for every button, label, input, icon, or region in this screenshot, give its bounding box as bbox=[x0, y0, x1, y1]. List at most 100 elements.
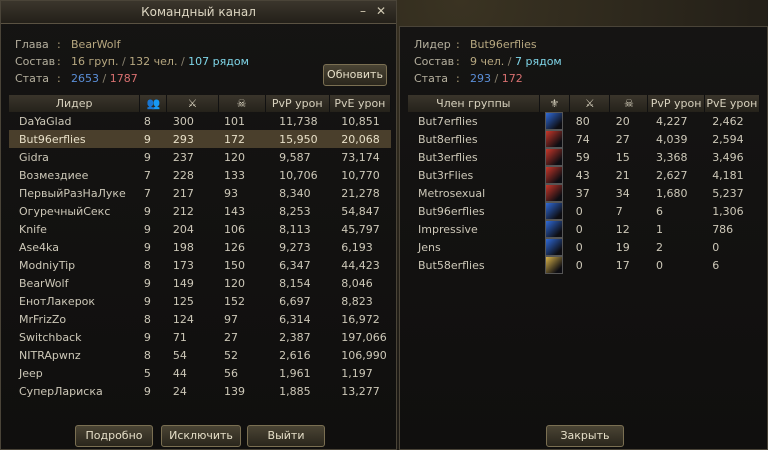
cell-kills: 0 bbox=[575, 240, 583, 254]
table-row[interactable]: Switchback 9 71 27 2,387 197,066 bbox=[9, 328, 391, 346]
column-class[interactable]: ⚜ bbox=[539, 95, 571, 112]
table-row[interactable]: Jeep 5 44 56 1,961 1,197 bbox=[9, 364, 391, 382]
details-button[interactable]: Подробно bbox=[75, 425, 153, 447]
cell-members: 8 bbox=[143, 258, 151, 272]
cell-pvp: 9,587 bbox=[279, 150, 311, 164]
column-kills[interactable]: ⚔ bbox=[166, 95, 219, 112]
table-row[interactable]: But7erflies 80 20 4,227 2,462 bbox=[408, 112, 760, 130]
cell-pvp: 2,627 bbox=[655, 168, 688, 182]
groups-count: 16 груп. bbox=[71, 55, 119, 68]
cell-members: 9 bbox=[143, 330, 151, 344]
cell-pve: 6 bbox=[712, 258, 720, 272]
cell-pve: 0 bbox=[712, 240, 720, 254]
cell-deaths: 126 bbox=[224, 240, 246, 254]
table-row[interactable]: NITRApwnz 8 54 52 2,616 106,990 bbox=[9, 346, 391, 364]
table-row[interactable]: Jens 0 19 2 0 bbox=[408, 238, 760, 256]
table-row[interactable]: But96erflies 9 293 172 15,950 20,068 bbox=[9, 130, 391, 148]
cell-member: But7erflies bbox=[418, 114, 478, 128]
cell-leader: Switchback bbox=[19, 330, 82, 344]
cell-kills: 59 bbox=[575, 150, 590, 164]
table-row[interactable]: BearWolf 9 149 120 8,154 8,046 bbox=[9, 274, 391, 292]
table-row[interactable]: ModniyTip 8 173 150 6,347 44,423 bbox=[9, 256, 391, 274]
stat-deaths: 1787 bbox=[109, 72, 138, 85]
cell-deaths: 133 bbox=[224, 168, 246, 182]
class-blue-icon bbox=[545, 202, 564, 220]
table-row[interactable]: ПервыйРазНаЛуке 7 217 93 8,340 21,278 bbox=[9, 184, 391, 202]
cell-class bbox=[539, 220, 570, 238]
cell-pvp: 9,273 bbox=[279, 240, 311, 254]
cell-deaths: 97 bbox=[224, 312, 239, 326]
minimize-icon[interactable]: – bbox=[356, 4, 370, 18]
exclude-button[interactable]: Исключить bbox=[161, 425, 241, 447]
table-row[interactable]: Metrosexual 37 34 1,680 5,237 bbox=[408, 184, 760, 202]
cell-pve: 4,181 bbox=[712, 168, 744, 182]
cell-kills: 125 bbox=[172, 294, 194, 308]
cell-member: But3rFlies bbox=[418, 168, 474, 182]
cell-class bbox=[539, 202, 570, 220]
column-pvp[interactable]: PvP урон bbox=[647, 95, 705, 112]
table-row[interactable]: Knife 9 204 106 8,113 45,797 bbox=[9, 220, 391, 238]
column-deaths[interactable]: ☠ bbox=[218, 95, 266, 112]
cell-members: 9 bbox=[143, 240, 151, 254]
table-row[interactable]: Gidra 9 237 120 9,587 73,174 bbox=[9, 148, 391, 166]
party-composition-colon: : bbox=[456, 55, 460, 68]
cell-members: 9 bbox=[143, 204, 151, 218]
party-stat-label: Стата bbox=[414, 72, 448, 85]
table-row[interactable]: Ase4ka 9 198 126 9,273 6,193 bbox=[9, 238, 391, 256]
close-button[interactable]: Закрыть bbox=[546, 425, 624, 447]
cell-pve: 13,277 bbox=[341, 384, 380, 398]
cell-deaths: 20 bbox=[615, 114, 630, 128]
command-channel-window: Командный канал – ✕ Глава : BearWolf Сос… bbox=[0, 0, 397, 450]
separator: / bbox=[504, 55, 515, 68]
cell-kills: 173 bbox=[172, 258, 194, 272]
cell-member: Metrosexual bbox=[418, 186, 486, 200]
cell-leader: Gidra bbox=[19, 150, 49, 164]
table-row[interactable]: ОгуречныйСекс 9 212 143 8,253 54,847 bbox=[9, 202, 391, 220]
table-row[interactable]: But3erflies 59 15 3,368 3,496 bbox=[408, 148, 760, 166]
class-red-icon bbox=[545, 184, 564, 202]
column-kills[interactable]: ⚔ bbox=[569, 95, 611, 112]
column-member[interactable]: Член группы bbox=[408, 95, 540, 112]
cell-members: 9 bbox=[143, 222, 151, 236]
cell-leader: But96erflies bbox=[9, 130, 140, 148]
column-pve[interactable]: PvE урон bbox=[704, 95, 761, 112]
table-row[interactable]: СуперЛариска 9 24 139 1,885 13,277 bbox=[9, 382, 391, 400]
party-members-window: Лидер : But96erflies Состав : 9 чел. / 7… bbox=[399, 26, 768, 450]
cell-kills: 74 bbox=[575, 132, 590, 146]
refresh-button[interactable]: Обновить bbox=[323, 64, 387, 86]
column-pve[interactable]: PvE урон bbox=[329, 95, 392, 112]
window-titlebar[interactable]: Командный канал – ✕ bbox=[1, 1, 396, 24]
composition-colon: : bbox=[57, 55, 61, 68]
table-row[interactable]: Возмездиее 7 228 133 10,706 10,770 bbox=[9, 166, 391, 184]
cell-deaths: 34 bbox=[615, 186, 630, 200]
cell-pvp: 6,347 bbox=[279, 258, 311, 272]
table-row[interactable]: But3rFlies 43 21 2,627 4,181 bbox=[408, 166, 760, 184]
table-row[interactable]: DaYaGlad 8 300 101 11,738 10,851 bbox=[9, 112, 391, 130]
table-row[interactable]: But8erflies 74 27 4,039 2,594 bbox=[408, 130, 760, 148]
cell-deaths: 56 bbox=[224, 366, 239, 380]
table-row[interactable]: But96erflies 0 7 6 1,306 bbox=[408, 202, 760, 220]
cell-deaths: 27 bbox=[224, 330, 239, 344]
stat-label: Стата bbox=[15, 72, 49, 85]
cell-pvp: 6,697 bbox=[279, 294, 311, 308]
people-count: 132 чел. bbox=[129, 55, 178, 68]
column-deaths[interactable]: ☠ bbox=[609, 95, 649, 112]
cell-kills: 71 bbox=[172, 330, 187, 344]
table-row[interactable]: Impressive 0 12 1 786 bbox=[408, 220, 760, 238]
close-icon[interactable]: ✕ bbox=[374, 4, 388, 18]
column-pvp[interactable]: PvP урон bbox=[265, 95, 330, 112]
column-leader[interactable]: Лидер bbox=[9, 95, 141, 112]
cell-pvp: 15,950 bbox=[265, 130, 330, 148]
class-icon: ⚜ bbox=[549, 97, 560, 110]
table-row[interactable]: ЕнотЛакерок 9 125 152 6,697 8,823 bbox=[9, 292, 391, 310]
table-row[interactable]: MrFrizZo 8 124 97 6,314 16,972 bbox=[9, 310, 391, 328]
leave-button[interactable]: Выйти bbox=[247, 425, 325, 447]
table-row[interactable]: But58erflies 0 17 0 6 bbox=[408, 256, 760, 274]
cell-pve: 5,237 bbox=[712, 186, 744, 200]
cell-deaths: 106 bbox=[224, 222, 246, 236]
column-members[interactable]: 👥 bbox=[139, 95, 168, 112]
cell-deaths: 19 bbox=[615, 240, 630, 254]
cell-pve: 1,197 bbox=[341, 366, 373, 380]
cell-pvp: 8,154 bbox=[279, 276, 311, 290]
cell-members: 7 bbox=[143, 186, 151, 200]
